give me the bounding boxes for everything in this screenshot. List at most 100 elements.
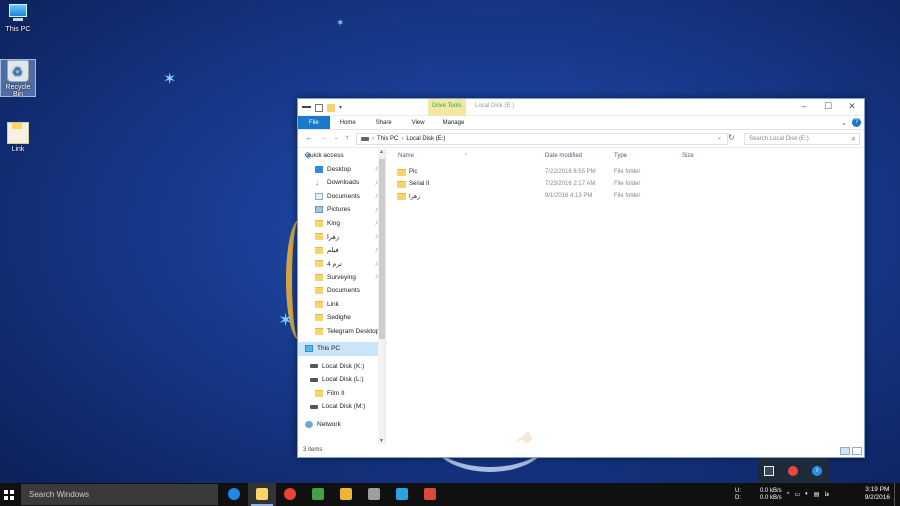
chevron-down-icon[interactable]: ▾ [339, 104, 347, 112]
nav-item[interactable]: Link [298, 298, 385, 312]
desktop-icon-recycle-bin[interactable]: ♻ Recycle Bin [0, 59, 36, 98]
taskbar-app-button[interactable] [416, 483, 444, 506]
tab-view[interactable]: View [402, 116, 435, 129]
nav-item-label: Desktop [327, 165, 351, 173]
taskbar-clock[interactable]: 3:19 PM 9/2/2016 [865, 486, 890, 502]
navigation-bar: ← → ⌄ ↑ › This PC › Local Disk (E:) ⌄ ↻ … [298, 130, 864, 148]
forward-arrow-icon[interactable]: → [320, 133, 328, 142]
network-icon[interactable]: ▭ [795, 491, 801, 498]
taskbar-app-button[interactable] [220, 483, 248, 506]
breadcrumb-local-disk[interactable]: Local Disk (E:) [406, 136, 445, 142]
recent-locations-icon[interactable]: ⌄ [334, 135, 338, 141]
nav-item[interactable]: ↓Downloads📌︎ [298, 176, 385, 190]
tab-manage[interactable]: Manage [435, 116, 475, 129]
nav-item-label: Documents [327, 287, 360, 295]
tray-app-icon[interactable] [788, 465, 798, 476]
folder-icon [315, 233, 323, 241]
column-header-name[interactable]: Name [398, 153, 414, 159]
net-up-speed: 0.0 kB/s [760, 487, 782, 494]
taskbar-app-button[interactable] [332, 483, 360, 506]
nav-item[interactable]: فیلم📌︎ [298, 244, 385, 258]
desktop-icon-link[interactable]: Link [0, 122, 36, 153]
refresh-icon[interactable]: ↻ [728, 133, 735, 142]
tray-app-icon[interactable] [764, 465, 774, 476]
navigation-pane-scrollbar[interactable]: ▲ ▼ [378, 149, 385, 444]
nav-item[interactable]: Surveying📌︎ [298, 271, 385, 285]
quick-access-toolbar: ▾ [302, 102, 347, 114]
column-header-date-modified[interactable]: Date modified [545, 153, 582, 159]
desktop-icon [315, 165, 323, 173]
address-bar[interactable]: › This PC › Local Disk (E:) [356, 133, 728, 145]
taskbar-app-button[interactable] [304, 483, 332, 506]
taskbar-app-button[interactable] [360, 483, 388, 506]
nav-item[interactable]: Telegram Desktop [298, 325, 385, 339]
nav-item[interactable]: Local Disk (L:) [298, 373, 385, 387]
scrollbar-thumb[interactable] [379, 159, 385, 339]
tab-file[interactable]: File [298, 116, 330, 129]
nav-item[interactable]: ترم 4📌︎ [298, 257, 385, 271]
breadcrumb-this-pc[interactable]: This PC [377, 136, 398, 142]
show-desktop-button[interactable] [894, 483, 900, 506]
help-icon[interactable]: ? [852, 118, 861, 127]
navigation-pane: ★Quick accessDesktop📌︎↓Downloads📌︎Docume… [298, 149, 386, 444]
drive-icon [310, 377, 318, 382]
nav-item[interactable]: Local Disk (K:) [298, 360, 385, 374]
nav-item[interactable]: زهرا📌︎ [298, 230, 385, 244]
tab-home[interactable]: Home [330, 116, 366, 129]
language-indicator[interactable]: فا [824, 491, 829, 498]
drive-icon [361, 137, 369, 141]
properties-icon[interactable] [315, 104, 323, 112]
minimize-button[interactable]: – [792, 99, 816, 115]
taskbar-app-button[interactable] [248, 483, 276, 506]
large-icons-view-button[interactable] [852, 447, 862, 455]
nav-item[interactable]: Sedighe [298, 311, 385, 325]
show-hidden-icons-icon[interactable]: ^ [787, 492, 790, 498]
nav-item[interactable]: ★ Quick access [298, 149, 385, 163]
scroll-up-icon[interactable]: ▲ [379, 149, 384, 155]
desktop-icon-this-pc[interactable]: This PC [0, 2, 36, 33]
taskbar-search-box[interactable]: Search Windows [21, 484, 218, 505]
nav-item[interactable]: Film II [298, 387, 385, 401]
nav-item[interactable]: Pictures📌︎ [298, 203, 385, 217]
address-dropdown-icon[interactable]: ⌄ [717, 134, 722, 141]
close-button[interactable]: ✕ [840, 99, 864, 115]
nav-item[interactable]: Documents📌︎ [298, 190, 385, 204]
file-date: 9/1/2016 4:13 PM [545, 193, 593, 199]
title-bar[interactable]: ▾ Drive Tools Local Disk (E:) – ☐ ✕ [298, 99, 864, 116]
back-arrow-icon[interactable]: ← [305, 133, 313, 142]
nav-item[interactable]: Desktop📌︎ [298, 163, 385, 177]
search-input[interactable]: Search Local Disk (E:) ⌕ [744, 133, 860, 145]
action-center-icon[interactable]: ▤ [814, 491, 820, 498]
taskbar-app-button[interactable] [388, 483, 416, 506]
tray-info-icon[interactable]: i [812, 465, 822, 476]
drive-icon [310, 364, 318, 369]
file-row[interactable]: Pic 7/22/2016 6:55 PM File folder [388, 167, 864, 179]
file-type: File folder [614, 169, 641, 175]
start-button[interactable] [0, 483, 18, 506]
tab-share[interactable]: Share [366, 116, 402, 129]
nav-item[interactable]: King📌︎ [298, 217, 385, 231]
file-row[interactable]: Serial II 7/23/2016 2:17 AM File folder [388, 179, 864, 191]
folder-icon [315, 327, 323, 335]
column-header-type[interactable]: Type [614, 153, 627, 159]
new-folder-icon[interactable] [327, 104, 335, 112]
file-list: ^ Name Date modified Type Size Pic 7/22/… [388, 149, 864, 444]
file-row[interactable]: زهرا 9/1/2016 4:13 PM File folder [388, 191, 864, 203]
system-tray: U: D: 0.0 kB/s 0.0 kB/s ^ ▭ 🔈︎ ▤ فا [735, 483, 829, 506]
folder-icon [315, 273, 323, 281]
up-arrow-icon[interactable]: ↑ [345, 133, 349, 142]
nav-item[interactable]: Network [298, 418, 385, 432]
column-header-size[interactable]: Size [682, 153, 694, 159]
wallpaper-star-icon: ✶ [278, 310, 294, 330]
net-speed-values[interactable]: 0.0 kB/s 0.0 kB/s [760, 488, 782, 502]
nav-item[interactable]: Documents [298, 284, 385, 298]
expand-ribbon-icon[interactable]: ⌄ [841, 119, 847, 127]
nav-item[interactable]: Local Disk (M:) [298, 400, 385, 414]
nav-item[interactable]: This PC [298, 342, 385, 356]
taskbar-search-placeholder: Search Windows [29, 490, 90, 499]
taskbar-app-button[interactable] [276, 483, 304, 506]
maximize-button[interactable]: ☐ [816, 99, 840, 115]
folder-shortcut-icon [7, 122, 29, 144]
volume-icon[interactable]: 🔈︎ [805, 491, 809, 498]
details-view-button[interactable] [840, 447, 850, 455]
